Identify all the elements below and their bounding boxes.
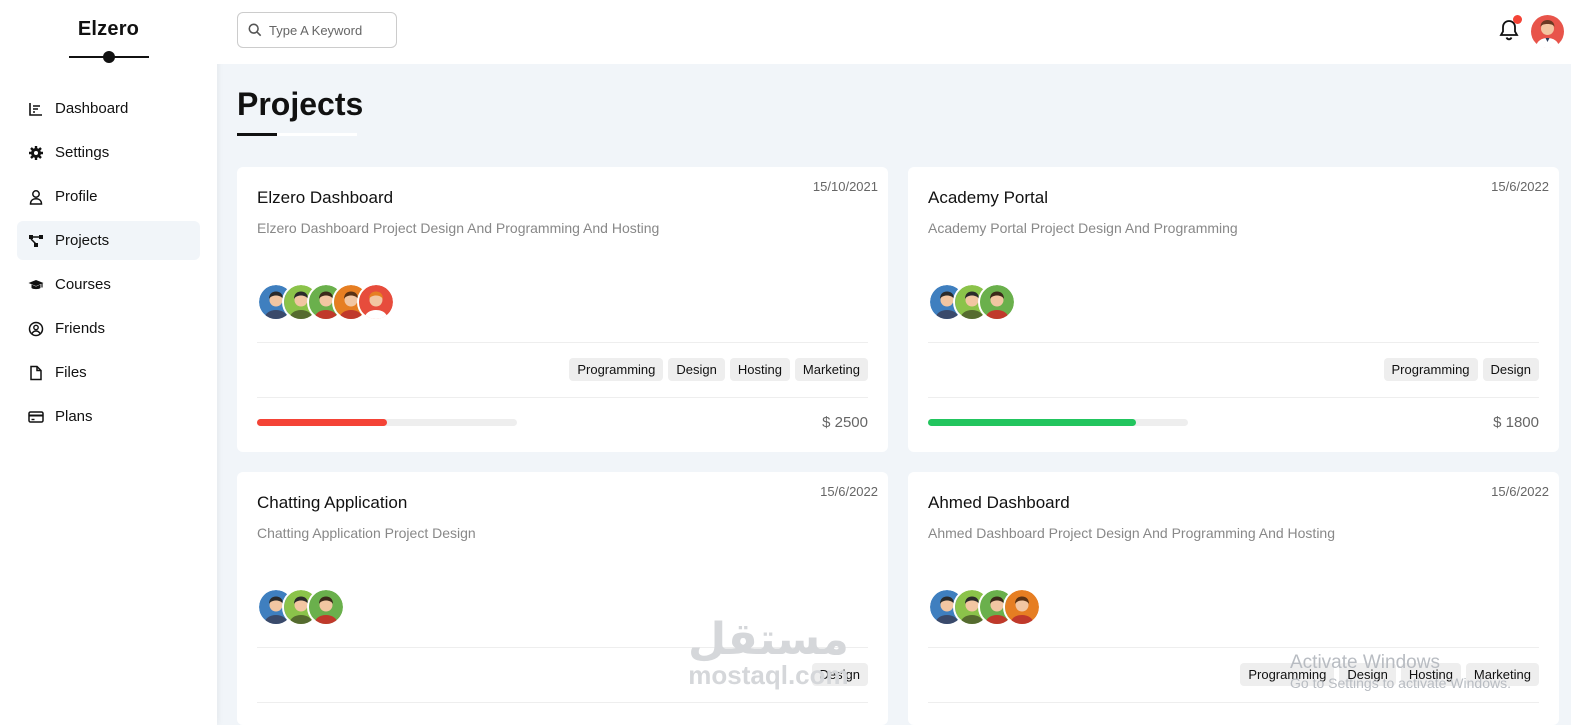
activate-windows-subtitle: Go to Settings to activate Windows.: [1290, 675, 1511, 691]
notification-badge: [1513, 15, 1522, 24]
chart-line-icon: [27, 100, 45, 118]
project-price: $ 2500: [822, 414, 868, 431]
mostaql-watermark: مستقل mostaql.com: [688, 614, 849, 690]
search-input[interactable]: [269, 22, 387, 38]
project-team: [928, 588, 1041, 626]
divider: [257, 342, 868, 343]
notification-button[interactable]: [1497, 15, 1522, 42]
progress-fill: [928, 419, 1136, 426]
sidebar-item-label: Dashboard: [55, 100, 129, 117]
activate-windows-title: Activate Windows: [1290, 652, 1440, 673]
progress-fill: [257, 419, 387, 426]
search-icon: [248, 23, 262, 37]
watermark-english-text: mostaql.com: [688, 660, 849, 690]
tag: Design: [1482, 358, 1539, 381]
brand-name: Elzero: [77, 18, 140, 40]
team-member-avatar: [357, 283, 395, 321]
sidebar-item-label: Plans: [55, 408, 93, 425]
project-card: 15/10/2021 Elzero Dashboard Elzero Dashb…: [237, 167, 888, 452]
sidebar-item-friends[interactable]: Friends: [17, 309, 200, 348]
divider: [257, 397, 868, 398]
project-date: 15/6/2022: [820, 484, 878, 499]
project-description: Chatting Application Project Design: [257, 525, 476, 541]
project-name: Academy Portal: [928, 188, 1048, 207]
sidebar-item-label: Profile: [55, 188, 98, 205]
tag: Hosting: [729, 358, 790, 381]
project-date: 15/6/2022: [1491, 179, 1549, 194]
project-date: 15/6/2022: [1491, 484, 1549, 499]
project-name: Elzero Dashboard: [257, 188, 394, 207]
watermark-arabic-text: مستقل: [688, 614, 849, 665]
divider: [928, 397, 1539, 398]
brand-underline: [68, 51, 149, 63]
project-team: [928, 283, 1016, 321]
sidebar-item-plans[interactable]: Plans: [17, 397, 200, 436]
graduation-cap-icon: [27, 276, 45, 294]
project-name: Ahmed Dashboard: [928, 493, 1070, 512]
search-box[interactable]: [237, 12, 397, 48]
project-description: Ahmed Dashboard Project Design And Progr…: [928, 525, 1335, 541]
credit-card-icon: [27, 408, 45, 426]
project-name: Chatting Application: [257, 493, 408, 512]
gear-icon: [27, 144, 45, 162]
user-icon: [27, 188, 45, 206]
tag: Marketing: [794, 358, 868, 381]
sidebar-item-label: Settings: [55, 144, 110, 161]
project-tags: Programming Design: [1379, 358, 1539, 381]
divider: [257, 702, 868, 703]
tag: Programming: [569, 358, 664, 381]
sidebar-item-dashboard[interactable]: Dashboard: [17, 89, 200, 128]
tag: Programming: [1383, 358, 1478, 381]
project-card: 15/6/2022 Academy Portal Academy Portal …: [908, 167, 1559, 452]
file-icon: [27, 364, 45, 382]
team-member-avatar: [307, 588, 345, 626]
divider: [928, 647, 1539, 648]
avatar[interactable]: [1531, 15, 1564, 48]
sidebar-item-courses[interactable]: Courses: [17, 265, 200, 304]
project-progress: [257, 419, 517, 426]
project-progress: [928, 419, 1188, 426]
sidebar-item-settings[interactable]: Settings: [17, 133, 200, 172]
project-description: Elzero Dashboard Project Design And Prog…: [257, 220, 660, 236]
title-underline: [237, 133, 357, 136]
project-price: $ 1800: [1493, 414, 1539, 431]
divider: [928, 342, 1539, 343]
sidebar-item-projects[interactable]: Projects: [17, 221, 200, 260]
project-team: [257, 588, 345, 626]
sidebar-item-profile[interactable]: Profile: [17, 177, 200, 216]
sidebar-nav: Dashboard Settings Profile Projects Cour…: [0, 89, 217, 436]
project-date: 15/10/2021: [812, 179, 878, 194]
sidebar-item-label: Friends: [55, 320, 106, 337]
activate-windows-watermark: Activate Windows Go to Settings to activ…: [1290, 652, 1511, 691]
sidebar-item-label: Files: [55, 364, 87, 381]
project-description: Academy Portal Project Design And Progra…: [928, 220, 1238, 236]
team-member-avatar: [1003, 588, 1041, 626]
team-member-avatar: [978, 283, 1016, 321]
circle-user-icon: [27, 320, 45, 338]
project-tags: Programming Design Hosting Marketing: [564, 358, 868, 381]
divider: [928, 702, 1539, 703]
project-team: [257, 283, 395, 321]
sidebar: Elzero Dashboard Settings Profile Projec…: [0, 0, 217, 725]
sidebar-item-label: Projects: [55, 232, 110, 249]
sidebar-item-files[interactable]: Files: [17, 353, 200, 392]
diagram-project-icon: [27, 232, 45, 250]
top-bar: [217, 0, 1571, 64]
page-title: Projects: [237, 86, 364, 122]
sidebar-item-label: Courses: [55, 276, 111, 293]
tag: Design: [668, 358, 725, 381]
